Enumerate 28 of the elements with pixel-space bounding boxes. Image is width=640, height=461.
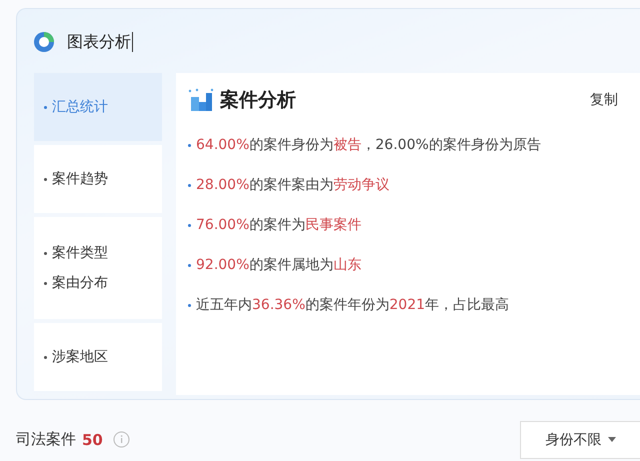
analysis-fact: 近五年内36.36%的案件年份为2021年，占比最高 [196, 296, 510, 314]
analysis-fact: 64.00%的案件身份为被告，26.00%的案件身份为原告 [196, 136, 541, 154]
analysis-fact: 76.00%的案件为民事案件 [196, 216, 362, 234]
bullet-icon [188, 304, 191, 306]
identity-filter-dropdown[interactable]: 身份不限 [520, 420, 640, 458]
case-label: 司法案件 [16, 430, 76, 449]
info-icon[interactable] [112, 431, 130, 448]
caret-icon [608, 437, 616, 442]
sidebar-item[interactable]: 涉案地区 [34, 323, 162, 391]
sidebar-item[interactable]: 案件趋势 [34, 145, 162, 213]
bullet-icon [188, 264, 191, 266]
bullet-icon [44, 356, 47, 358]
bullet-icon [44, 252, 47, 254]
case-count: 50 [82, 430, 103, 448]
bullet-icon [44, 282, 47, 284]
analysis-fact: 28.00%的案件案由为劳动争议 [196, 176, 390, 194]
copy-button[interactable]: 复制 [590, 91, 618, 109]
bullet-icon [188, 224, 191, 226]
bar-chart-icon [188, 88, 214, 112]
sidebar-item[interactable]: 案件类型 案由分布 [34, 217, 162, 319]
page-title: 图表分析 [67, 32, 133, 52]
logo-icon [33, 31, 55, 53]
bullet-icon [44, 178, 47, 180]
card-title: 案件分析 [220, 88, 296, 113]
bullet-icon [188, 184, 191, 186]
bullet-icon [188, 144, 191, 146]
analysis-fact: 92.00%的案件属地为山东 [196, 256, 362, 274]
bullet-icon [44, 106, 47, 108]
